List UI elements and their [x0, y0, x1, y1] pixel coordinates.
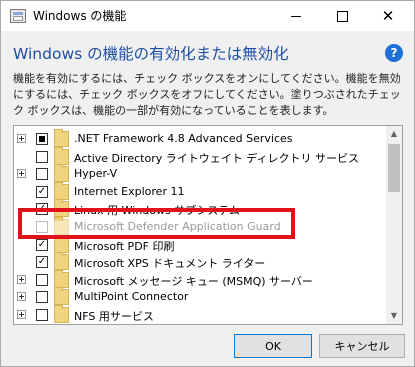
folder-icon [54, 287, 69, 306]
feature-label: Microsoft メッセージ キュー (MSMQ) サーバー [74, 274, 313, 288]
folder-icon [54, 164, 69, 183]
minimize-button[interactable] [273, 1, 319, 31]
page-heading: Windows の機能の有効化または無効化 [13, 45, 289, 63]
expand-icon[interactable] [17, 292, 26, 302]
highlight-box [18, 208, 295, 239]
feature-label: MultiPoint Connector [74, 290, 189, 304]
vertical-scrollbar[interactable]: ▲ ▼ [386, 126, 402, 324]
feature-checkbox[interactable]: ✓ [36, 185, 48, 198]
feature-label: NFS 用サービス [74, 310, 154, 323]
scroll-down-arrow-icon[interactable]: ▼ [386, 308, 402, 324]
close-button[interactable]: ✕ [365, 1, 411, 31]
feature-label: Active Directory ライトウェイト ディレクトリ サービス [74, 151, 359, 165]
expand-icon[interactable] [17, 169, 26, 179]
expand-icon[interactable] [17, 134, 26, 143]
feature-checkbox[interactable]: ✓ [36, 256, 48, 269]
folder-icon [54, 269, 69, 288]
minimize-icon [291, 15, 301, 17]
folder-icon [54, 252, 69, 271]
folder-icon [54, 181, 69, 200]
expand-icon[interactable] [17, 310, 26, 319]
folder-icon [54, 305, 69, 323]
feature-checkbox[interactable] [36, 291, 48, 304]
maximize-icon [336, 10, 348, 22]
feature-checkbox[interactable]: ✓ [36, 238, 48, 251]
windows-features-dialog: Windows の機能 ✕ Windows の機能の有効化または無効化 ? 機能… [0, 0, 415, 367]
cancel-button[interactable]: キャンセル [319, 334, 405, 358]
folder-icon [54, 146, 69, 165]
maximize-button[interactable] [319, 1, 365, 31]
feature-label: .NET Framework 4.8 Advanced Services [74, 132, 293, 145]
feature-checkbox[interactable] [36, 309, 48, 321]
window-title: Windows の機能 [33, 9, 127, 23]
feature-label: Microsoft XPS ドキュメント ライター [74, 257, 266, 271]
title-bar: Windows の機能 ✕ [1, 1, 414, 31]
feature-row[interactable]: NFS 用サービス [14, 305, 386, 324]
feature-checkbox[interactable] [36, 168, 48, 181]
scroll-up-arrow-icon[interactable]: ▲ [386, 126, 402, 142]
windows-features-icon [10, 9, 26, 23]
ok-button[interactable]: OK [234, 334, 312, 358]
scrollbar-thumb[interactable] [388, 144, 400, 192]
close-icon: ✕ [381, 7, 395, 25]
folder-icon [54, 129, 69, 147]
feature-checkbox[interactable] [36, 133, 48, 145]
feature-checkbox[interactable] [36, 273, 48, 286]
feature-label: Microsoft PDF 印刷 [74, 239, 175, 253]
description-text: 機能を有効にするには、チェック ボックスをオンにしてください。機能を無効にするに… [13, 72, 401, 117]
feature-label: Internet Explorer 11 [74, 184, 185, 198]
expand-icon[interactable] [17, 274, 26, 284]
help-icon[interactable]: ? [385, 44, 403, 62]
feature-checkbox[interactable] [36, 150, 48, 163]
feature-label: Hyper-V [74, 167, 118, 181]
